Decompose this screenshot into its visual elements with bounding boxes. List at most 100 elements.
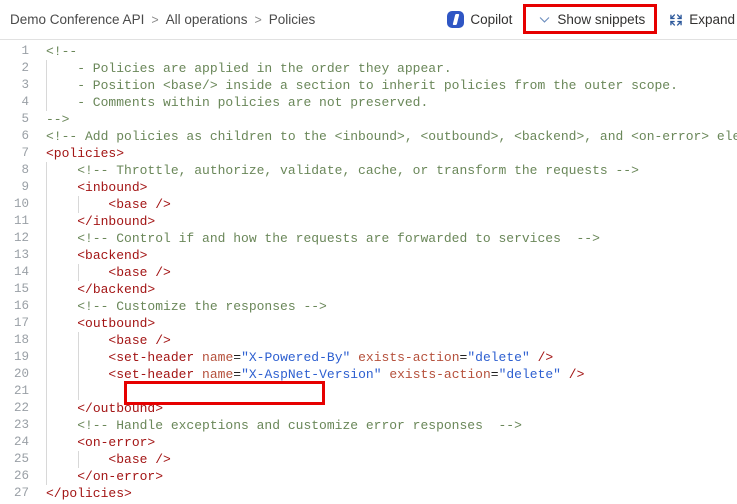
- indent-guide: [46, 230, 47, 247]
- indent-guide: [46, 400, 47, 417]
- code-line[interactable]: 6 <!-- Add policies as children to the <i…: [0, 128, 737, 145]
- indent-guide: [46, 383, 47, 400]
- copilot-icon: [447, 11, 465, 28]
- code-line-content[interactable]: </backend>: [38, 281, 737, 298]
- line-number: 25: [13, 452, 29, 466]
- code-line-content[interactable]: <!-- Add policies as children to the <in…: [38, 128, 737, 145]
- code-line[interactable]: 23 <!-- Handle exceptions and customize …: [0, 417, 737, 434]
- code-line[interactable]: 27 </policies>: [0, 485, 737, 502]
- code-line-content[interactable]: </on-error>: [38, 468, 737, 485]
- breadcrumb-item-api[interactable]: Demo Conference API: [10, 12, 144, 27]
- code-line[interactable]: 17 <outbound>: [0, 315, 737, 332]
- code-token-tag: </on-error>: [77, 469, 164, 484]
- line-number: 22: [13, 401, 29, 415]
- code-line[interactable]: 20 <set-header name="X-AspNet-Version" e…: [0, 366, 737, 383]
- indent-guide: [78, 196, 79, 213]
- code-line[interactable]: 1 <!--: [0, 43, 737, 60]
- code-token-attr: exists-action: [389, 367, 491, 382]
- command-bar-actions: Copilot Show snippets Expand: [439, 0, 737, 39]
- indent-guide: [46, 417, 47, 434]
- code-line-content[interactable]: <outbound>: [38, 315, 737, 332]
- code-line[interactable]: 25 <base />: [0, 451, 737, 468]
- code-line-content[interactable]: <base />: [38, 264, 737, 281]
- code-line[interactable]: 19 <set-header name="X-Powered-By" exist…: [0, 349, 737, 366]
- line-number: 9: [21, 180, 29, 194]
- code-line[interactable]: 10 <base />: [0, 196, 737, 213]
- line-number: 15: [13, 282, 29, 296]
- code-token-attr: name: [202, 367, 234, 382]
- code-line-content[interactable]: <!-- Customize the responses -->: [38, 298, 737, 315]
- code-line-content[interactable]: <base />: [38, 196, 737, 213]
- code-token-punct: =: [490, 367, 499, 382]
- code-line[interactable]: 5 -->: [0, 111, 737, 128]
- code-line[interactable]: 21: [0, 383, 737, 400]
- code-line-content[interactable]: <base />: [38, 332, 737, 349]
- code-line-content[interactable]: - Position <base/> inside a section to i…: [38, 77, 737, 94]
- policy-code-editor[interactable]: 1 <!-- 2 - Policies are applied in the ord…: [0, 40, 737, 504]
- code-line[interactable]: 11 </inbound>: [0, 213, 737, 230]
- code-token-tag: </policies>: [46, 486, 132, 501]
- code-line[interactable]: 16 <!-- Customize the responses -->: [0, 298, 737, 315]
- code-line-content[interactable]: <inbound>: [38, 179, 737, 196]
- show-snippets-button[interactable]: Show snippets: [530, 8, 653, 31]
- code-line-content[interactable]: [38, 383, 737, 400]
- indent-guide: [46, 434, 47, 451]
- expand-button[interactable]: Expand: [661, 8, 737, 31]
- code-line[interactable]: 4 - Comments within policies are not pre…: [0, 94, 737, 111]
- indent-guide: [46, 60, 47, 77]
- code-line-content[interactable]: -->: [38, 111, 737, 128]
- code-line[interactable]: 8 <!-- Throttle, authorize, validate, ca…: [0, 162, 737, 179]
- code-line[interactable]: 12 <!-- Control if and how the requests …: [0, 230, 737, 247]
- code-token-tag: <inbound>: [77, 180, 148, 195]
- indent-guide: [78, 451, 79, 468]
- code-line[interactable]: 18 <base />: [0, 332, 737, 349]
- code-token-comment: - Position <base/> inside a section to i…: [46, 78, 678, 93]
- breadcrumb-item-policies[interactable]: Policies: [269, 12, 316, 27]
- code-token-tag: </outbound>: [77, 401, 164, 416]
- line-number: 26: [13, 469, 29, 483]
- code-token-comment: <!-- Control if and how the requests are…: [46, 231, 600, 246]
- breadcrumb-item-all-operations[interactable]: All operations: [166, 12, 248, 27]
- code-line[interactable]: 15 </backend>: [0, 281, 737, 298]
- code-token-tag: </backend>: [77, 282, 156, 297]
- code-line-content[interactable]: - Policies are applied in the order they…: [38, 60, 737, 77]
- code-line[interactable]: 2 - Policies are applied in the order th…: [0, 60, 737, 77]
- code-line-content[interactable]: <!--: [38, 43, 737, 60]
- indent-guide: [46, 315, 47, 332]
- expand-arrows-icon: [669, 13, 683, 27]
- code-line[interactable]: 24 <on-error>: [0, 434, 737, 451]
- code-token-tag: />: [560, 367, 585, 382]
- indent-guide: [46, 213, 47, 230]
- code-line[interactable]: 14 <base />: [0, 264, 737, 281]
- code-line[interactable]: 9 <inbound>: [0, 179, 737, 196]
- code-line[interactable]: 7 <policies>: [0, 145, 737, 162]
- code-line-content[interactable]: <set-header name="X-AspNet-Version" exis…: [38, 366, 737, 383]
- indent-guide: [46, 298, 47, 315]
- code-line-content[interactable]: - Comments within policies are not prese…: [38, 94, 737, 111]
- code-token-tag: <policies>: [46, 146, 125, 161]
- code-line-content[interactable]: <!-- Control if and how the requests are…: [38, 230, 737, 247]
- indent-guide: [78, 332, 79, 349]
- code-line-content[interactable]: <set-header name="X-Powered-By" exists-a…: [38, 349, 737, 366]
- copilot-button[interactable]: Copilot: [439, 7, 520, 32]
- code-line[interactable]: 13 <backend>: [0, 247, 737, 264]
- code-line-content[interactable]: <on-error>: [38, 434, 737, 451]
- code-line-content[interactable]: <!-- Handle exceptions and customize err…: [38, 417, 737, 434]
- code-line-content[interactable]: </inbound>: [38, 213, 737, 230]
- code-line-content[interactable]: <!-- Throttle, authorize, validate, cach…: [38, 162, 737, 179]
- code-line[interactable]: 3 - Position <base/> inside a section to…: [0, 77, 737, 94]
- code-line[interactable]: 26 </on-error>: [0, 468, 737, 485]
- chevron-down-icon: [538, 13, 551, 26]
- copilot-button-label: Copilot: [470, 12, 513, 27]
- code-line[interactable]: 22 </outbound>: [0, 400, 737, 417]
- code-line-content[interactable]: </outbound>: [38, 400, 737, 417]
- code-line-content[interactable]: <backend>: [38, 247, 737, 264]
- code-line-content[interactable]: <base />: [38, 451, 737, 468]
- code-token-comment: - Comments within policies are not prese…: [46, 95, 429, 110]
- breadcrumb-separator: >: [151, 12, 159, 27]
- code-line-content[interactable]: <policies>: [38, 145, 737, 162]
- code-line-content[interactable]: </policies>: [38, 485, 737, 502]
